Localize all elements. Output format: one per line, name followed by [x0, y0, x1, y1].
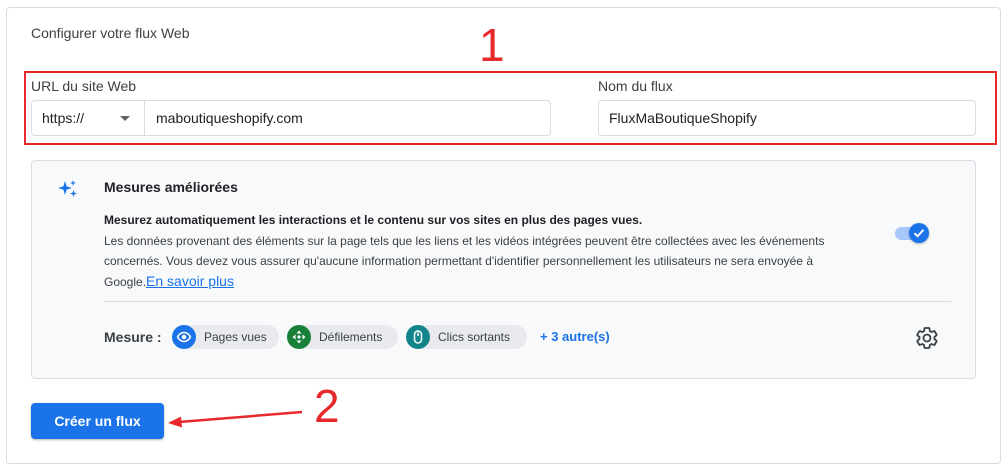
chip-label: Défilements [319, 330, 383, 344]
sparkle-icon [58, 180, 77, 197]
enhanced-measurement-toggle[interactable] [895, 221, 935, 245]
chip-label: Pages vues [204, 330, 267, 344]
enhanced-measurement-summary: Mesurez automatiquement les interactions… [104, 213, 643, 227]
stream-name-label: Nom du flux [598, 78, 673, 94]
more-measures-link[interactable]: + 3 autre(s) [540, 329, 610, 344]
annotation-arrow [168, 410, 303, 428]
enhanced-measurement-title: Mesures améliorées [104, 179, 238, 195]
toggle-knob [909, 223, 929, 243]
url-input[interactable] [144, 100, 551, 136]
divider [104, 301, 951, 302]
learn-more-link[interactable]: En savoir plus [146, 273, 234, 289]
chip-label: Clics sortants [438, 330, 511, 344]
mouse-icon [406, 325, 430, 349]
chip-outbound-clicks: Clics sortants [406, 325, 527, 349]
url-field-label: URL du site Web [31, 78, 137, 94]
gear-icon[interactable] [915, 326, 939, 350]
measure-label: Mesure : [104, 329, 162, 345]
scroll-icon [287, 325, 311, 349]
protocol-select[interactable]: https:// [31, 100, 145, 136]
panel-title: Configurer votre flux Web [31, 25, 190, 41]
annotation-step-1: 1 [479, 19, 505, 71]
annotation-step-2: 2 [314, 380, 340, 432]
dropdown-caret-icon [120, 116, 130, 121]
enhanced-measurement-description: Les données provenant des éléments sur l… [104, 231, 874, 292]
check-icon [913, 229, 925, 238]
chip-scrolls: Défilements [287, 325, 398, 349]
stream-name-input[interactable] [598, 100, 976, 136]
eye-icon [172, 325, 196, 349]
protocol-value: https:// [42, 110, 85, 126]
chip-page-views: Pages vues [172, 325, 279, 349]
create-stream-button[interactable]: Créer un flux [31, 403, 164, 439]
